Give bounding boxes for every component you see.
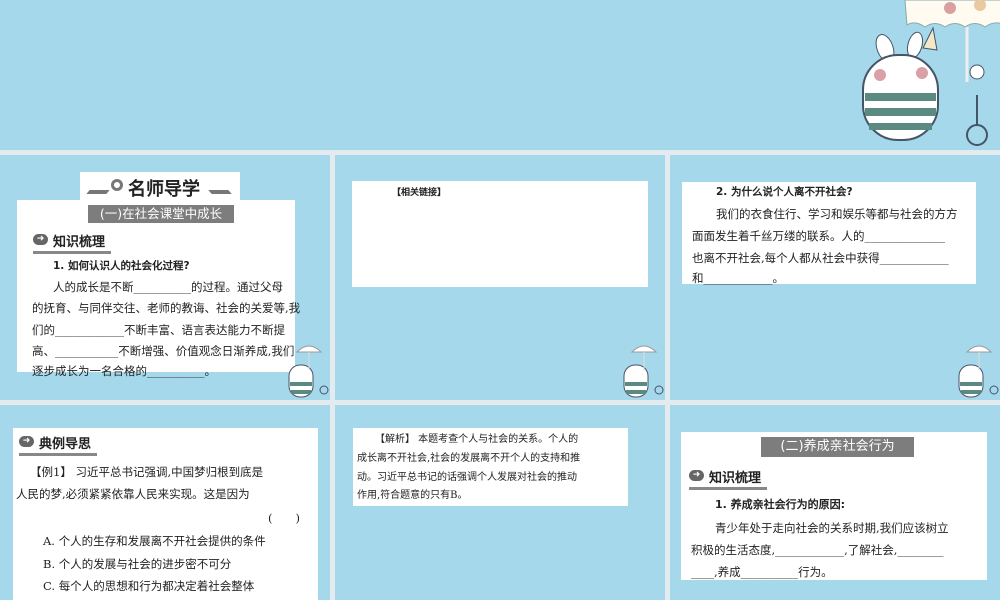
bunny-icon (623, 345, 664, 398)
text-line: ____,养成__________行为。 (691, 565, 833, 579)
text-line: 青少年处于走向社会的关系时期,我们应该树立 (715, 521, 949, 535)
banner-stripe-right (208, 190, 232, 194)
slide-top[interactable] (0, 0, 1000, 150)
slide-3[interactable]: 2. 为什么说个人离不开社会? 我们的衣食住行、学习和娱乐等都与社会的方方 面面… (670, 155, 1000, 400)
arrow-icon: ➜ (33, 234, 48, 245)
option-a: A. 个人的生存和发展离不开社会提供的条件 (43, 534, 266, 548)
section-subtitle: (一)在社会课堂中成长 (88, 205, 234, 223)
question-2: 2. 为什么说个人离不开社会? (716, 186, 853, 198)
example-line: 人民的梦,必须紧紧依靠人民来实现。这是因为 (16, 487, 250, 501)
content-box: (二)养成亲社会行为 ➜ 知识梳理 1. 养成亲社会行为的原因: 青少年处于走向社… (681, 432, 987, 580)
option-b: B. 个人的发展与社会的进步密不可分 (43, 557, 232, 571)
analysis-line: 作用,符合题意的只有B。 (357, 490, 468, 501)
section-subtitle: (二)养成亲社会行为 (761, 437, 914, 457)
text-line: 逐步成长为一名合格的__________。 (32, 364, 216, 378)
arrow-icon: ➜ (689, 470, 704, 481)
slide-1[interactable]: 名师导学 (一)在社会课堂中成长 ➜ 知识梳理 1. 如何认识人的社会化过程? 人… (0, 155, 330, 400)
content-box: ➜ 典例导思 【例1】 习近平总书记强调,中国梦归根到底是 人民的梦,必须紧紧依靠… (13, 428, 318, 600)
slide-5[interactable]: 【解析】 本题考查个人与社会的关系。个人的 成长离不开社会,社会的发展离不开个人… (335, 405, 665, 600)
analysis-box: 【解析】 本题考查个人与社会的关系。个人的 成长离不开社会,社会的发展离不开个人… (353, 428, 628, 506)
bunny-icon (958, 345, 999, 398)
question-1: 1. 如何认识人的社会化过程? (53, 260, 190, 272)
arrow-icon: ➜ (19, 436, 34, 447)
bunny-umbrella-illustration (862, 0, 1000, 146)
slide-6[interactable]: (二)养成亲社会行为 ➜ 知识梳理 1. 养成亲社会行为的原因: 青少年处于走向社… (670, 405, 1000, 600)
banner-box: 名师导学 (80, 172, 240, 200)
answer-bracket: ( ) (268, 511, 300, 525)
text-line: 也离不开社会,每个人都从社会中获得____________ (692, 251, 949, 265)
analysis-line: 【解析】 本题考查个人与社会的关系。个人的 (375, 434, 579, 445)
text-line: 的抚育、与同伴交往、老师的教诲、社会的关爱等,我 (32, 301, 301, 315)
knowledge-heading-label: 知识梳理 (709, 471, 762, 486)
text-line: 我们的衣食住行、学习和娱乐等都与社会的方方 (716, 207, 958, 221)
knowledge-heading: ➜ 知识梳理 (33, 231, 112, 254)
knowledge-heading: ➜ 知识梳理 (689, 467, 768, 490)
banner-circle-icon (111, 179, 123, 191)
example-heading-label: 典例导思 (39, 437, 92, 452)
question-1: 1. 养成亲社会行为的原因: (715, 498, 846, 511)
text-line: 积极的生活态度,____________,了解社会,________ (691, 543, 944, 557)
knowledge-heading-label: 知识梳理 (53, 235, 106, 250)
text-line: 高、___________不断增强、价值观念日渐养成,我们 (32, 344, 295, 358)
banner-title: 名师导学 (128, 179, 200, 200)
text-line: 人的成长是不断__________的过程。通过父母 (53, 280, 283, 294)
related-links-label: 【相关链接】 (392, 188, 447, 198)
text-line: 和____________。 (692, 271, 784, 285)
content-box: (一)在社会课堂中成长 ➜ 知识梳理 1. 如何认识人的社会化过程? 人的成长是不… (17, 200, 300, 378)
slide-2[interactable]: 【相关链接】 (335, 155, 665, 400)
related-links-box: 【相关链接】 (352, 181, 648, 287)
content-box: 2. 为什么说个人离不开社会? 我们的衣食住行、学习和娱乐等都与社会的方方 面面… (682, 182, 976, 285)
text-line: 面面发生着千丝万缕的联系。人的______________ (692, 229, 945, 243)
slide-4[interactable]: ➜ 典例导思 【例1】 习近平总书记强调,中国梦归根到底是 人民的梦,必须紧紧依靠… (0, 405, 330, 600)
example-line: 【例1】 习近平总书记强调,中国梦归根到底是 (30, 465, 264, 479)
bunny-icon (288, 345, 329, 398)
option-c: C. 每个人的思想和行为都决定着社会整体 (43, 579, 255, 593)
analysis-line: 成长离不开社会,社会的发展离不开个人的支持和推 (357, 453, 581, 464)
analysis-line: 动。习近平总书记的话强调个人发展对社会的推动 (357, 472, 577, 483)
text-line: 们的____________不断丰富、语言表达能力不断提 (32, 323, 285, 337)
banner-stripe-left (86, 190, 110, 194)
example-heading: ➜ 典例导思 (19, 433, 98, 456)
